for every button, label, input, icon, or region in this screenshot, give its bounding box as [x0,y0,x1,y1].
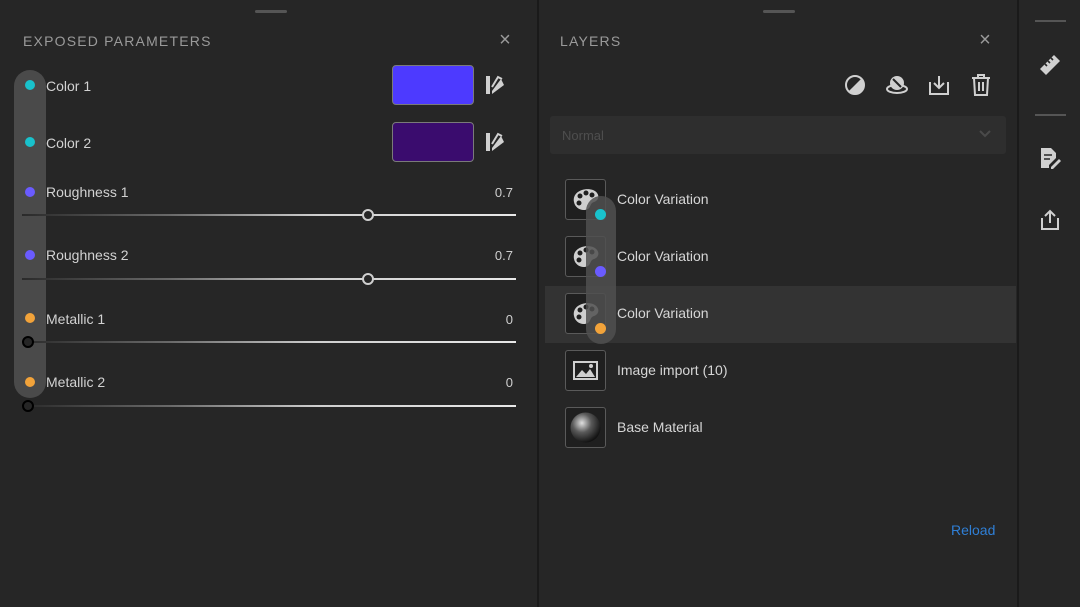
right-tool-rail [1019,0,1080,607]
slider-track [22,214,516,216]
param-value-metallic-2: 0 [505,375,513,390]
parameter-group-indicator [14,70,46,398]
image-icon [565,350,606,391]
param-label-metallic-1: Metallic 1 [46,311,106,327]
panel-grip[interactable] [763,10,795,13]
panel-title: EXPOSED PARAMETERS [23,33,212,49]
share-icon[interactable] [1038,208,1062,232]
color-picker-icon[interactable] [483,130,507,154]
slider-track [22,278,516,280]
param-label-color-2: Color 2 [46,135,92,151]
close-icon[interactable]: × [497,30,513,50]
color-1-swatch[interactable] [392,65,474,105]
param-label-color-1: Color 1 [46,78,92,94]
edit-document-icon[interactable] [1038,146,1062,170]
color-picker-icon[interactable] [483,73,507,97]
rail-divider [1035,114,1066,116]
metallic-2-slider[interactable] [22,400,516,412]
layer-badge-purple [595,266,606,277]
slider-track [22,405,516,407]
param-value-roughness-1: 0.7 [494,185,513,200]
ruler-icon[interactable] [1038,53,1062,77]
sphere-icon [565,407,606,448]
param-label-metallic-2: Metallic 2 [46,374,106,390]
blend-mode-value: Normal [562,128,604,143]
parameter-dot-purple [25,250,35,260]
slider-handle[interactable] [361,209,374,221]
layer-name: Color Variation [617,305,709,321]
layer-name: Color Variation [617,248,709,264]
slider-track [22,341,516,343]
metallic-1-slider[interactable] [22,336,516,348]
chevron-down-icon [979,130,991,138]
layer-badge-orange [595,323,606,334]
param-label-roughness-2: Roughness 2 [46,247,129,263]
layer-item[interactable]: Image import (10) [545,343,1016,400]
roughness-2-slider[interactable] [22,273,516,285]
layer-name: Image import (10) [617,362,728,378]
parameter-dot-orange [25,313,35,323]
rail-divider [1035,20,1066,22]
reload-link[interactable]: Reload [951,522,995,538]
panel-grip[interactable] [255,10,287,13]
layer-name: Base Material [617,419,703,435]
param-value-metallic-1: 0 [505,312,513,327]
trash-icon[interactable] [969,73,993,97]
slider-handle[interactable] [22,400,34,412]
layer-badge-cyan [595,209,606,220]
layer-item[interactable]: Base Material [545,400,1016,457]
slider-handle[interactable] [22,336,34,348]
layer-name: Color Variation [617,191,709,207]
parameter-dot-cyan [25,137,35,147]
fill-layer-icon[interactable] [885,73,909,97]
parameter-dot-cyan [25,80,35,90]
slider-handle[interactable] [361,273,374,285]
import-icon[interactable] [927,73,951,97]
parameter-dot-purple [25,187,35,197]
param-value-roughness-2: 0.7 [494,248,513,263]
mask-icon[interactable] [843,73,867,97]
roughness-1-slider[interactable] [22,209,516,221]
panel-title: LAYERS [560,33,622,49]
parameter-dot-orange [25,377,35,387]
close-icon[interactable]: × [977,30,993,50]
blend-mode-select[interactable]: Normal [550,116,1006,154]
param-label-roughness-1: Roughness 1 [46,184,129,200]
color-2-swatch[interactable] [392,122,474,162]
